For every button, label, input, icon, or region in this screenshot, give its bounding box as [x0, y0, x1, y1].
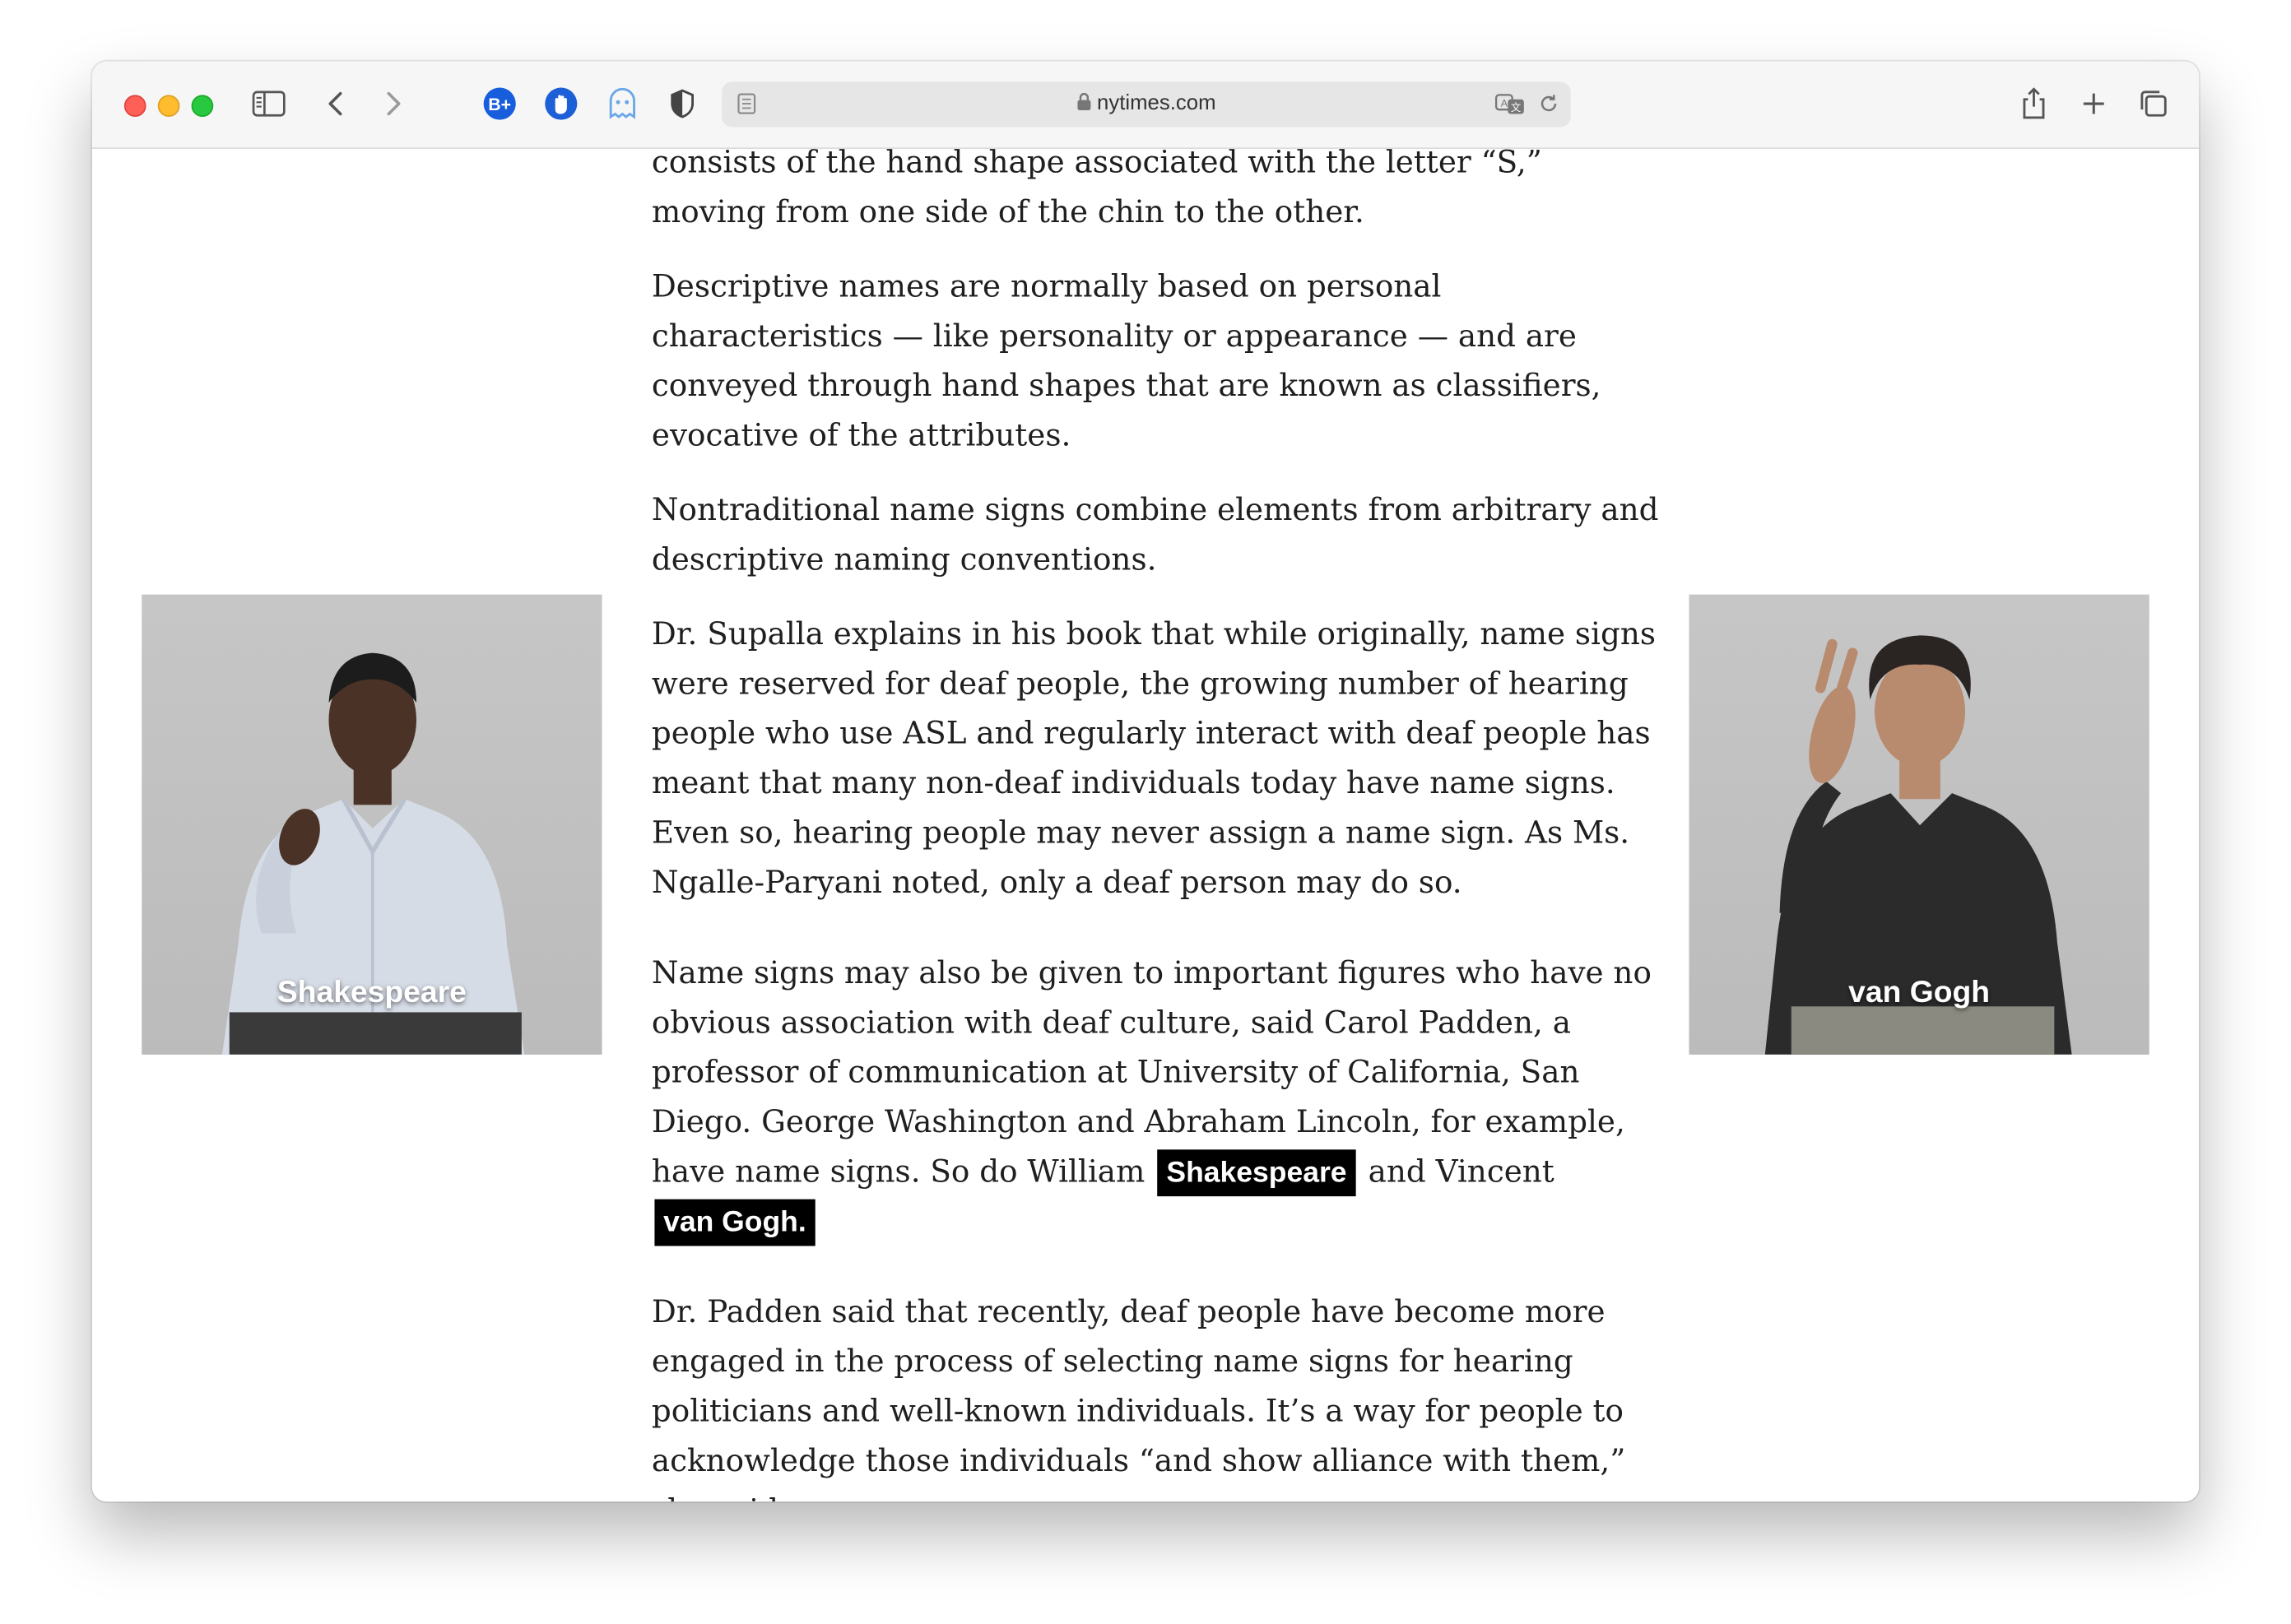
svg-text:B+: B+: [488, 95, 511, 114]
lock-icon: [1076, 83, 1091, 128]
privacy-shield-icon[interactable]: [663, 85, 701, 123]
shakespeare-video-link[interactable]: Shakespeare: [1157, 1149, 1356, 1197]
article-paragraph: Dr. Padden said that recently, deaf peop…: [651, 1294, 1626, 1501]
sidebar-icon[interactable]: [250, 85, 288, 123]
tab-overview-icon[interactable]: [2135, 85, 2172, 123]
zoom-window-button[interactable]: [191, 95, 214, 118]
address-bar[interactable]: nytimes.com A文: [722, 81, 1571, 128]
share-icon[interactable]: [2014, 85, 2052, 123]
article-paragraph: Dr. Supalla explains in his book that wh…: [651, 616, 1657, 900]
svg-text:A: A: [1501, 98, 1508, 109]
article-paragraph: consists of the hand shape associated wi…: [651, 149, 1542, 230]
article-paragraph: Nontraditional name signs combine elemen…: [651, 492, 1659, 578]
bitwarden-icon[interactable]: B+: [481, 85, 518, 123]
svg-text:文: 文: [1511, 101, 1521, 114]
video-caption: van Gogh: [1848, 976, 1991, 1009]
reload-icon[interactable]: [1530, 85, 1568, 123]
hand-stop-icon[interactable]: [542, 85, 580, 123]
close-window-button[interactable]: [123, 95, 146, 118]
page-content: Shakespeare van Gogh consists of the han…: [91, 149, 2200, 1502]
browser-toolbar: B+ nytimes.com A 文: [91, 61, 2200, 150]
new-tab-icon[interactable]: [2075, 85, 2112, 123]
forward-icon[interactable]: [374, 85, 412, 123]
van-gogh-video-link[interactable]: van Gogh.: [654, 1199, 816, 1246]
url-text: nytimes.com: [722, 81, 1571, 128]
van-gogh-sign-video[interactable]: van Gogh: [1689, 594, 2149, 1055]
translate-icon[interactable]: A文: [1492, 85, 1530, 123]
video-caption: Shakespeare: [276, 976, 467, 1009]
minimize-window-button[interactable]: [157, 95, 180, 118]
ghostery-icon[interactable]: [603, 85, 641, 123]
article-body: consists of the hand shape associated wi…: [652, 149, 1660, 1501]
shakespeare-sign-video[interactable]: Shakespeare: [142, 594, 602, 1055]
browser-window: B+ nytimes.com A 文 Shakespeare van Gogh …: [91, 61, 2200, 1502]
article-paragraph: Descriptive names are normally based on …: [651, 268, 1601, 453]
back-icon[interactable]: [317, 85, 355, 123]
url-label: nytimes.com: [1097, 91, 1216, 116]
paragraph-text: and Vincent: [1368, 1153, 1554, 1190]
article-paragraph: Name signs may also be given to importan…: [652, 948, 1660, 1246]
